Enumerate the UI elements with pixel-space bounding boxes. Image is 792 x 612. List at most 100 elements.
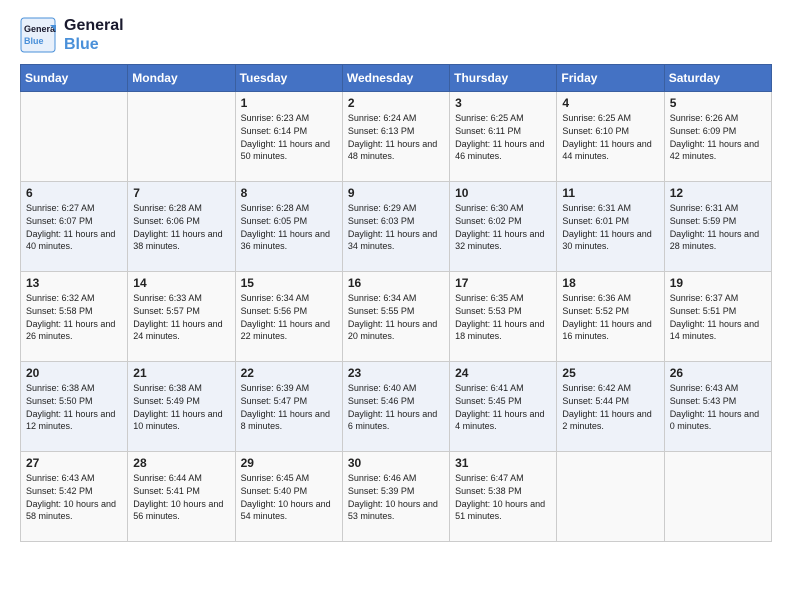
- day-number: 11: [562, 186, 658, 200]
- sunrise-text: Sunrise: 6:26 AM: [670, 113, 739, 123]
- weekday-header-row: SundayMondayTuesdayWednesdayThursdayFrid…: [21, 65, 772, 92]
- calendar-cell: [557, 452, 664, 542]
- sunset-text: Sunset: 5:43 PM: [670, 396, 737, 406]
- sunrise-text: Sunrise: 6:41 AM: [455, 383, 524, 393]
- day-number: 27: [26, 456, 122, 470]
- day-info: Sunrise: 6:34 AM Sunset: 5:55 PM Dayligh…: [348, 292, 444, 342]
- calendar-cell: 17 Sunrise: 6:35 AM Sunset: 5:53 PM Dayl…: [450, 272, 557, 362]
- daylight-text: Daylight: 11 hours and 40 minutes.: [26, 229, 115, 252]
- day-info: Sunrise: 6:23 AM Sunset: 6:14 PM Dayligh…: [241, 112, 337, 162]
- sunset-text: Sunset: 6:09 PM: [670, 126, 737, 136]
- day-info: Sunrise: 6:26 AM Sunset: 6:09 PM Dayligh…: [670, 112, 766, 162]
- logo-line2: Blue: [64, 35, 124, 54]
- calendar-cell: 7 Sunrise: 6:28 AM Sunset: 6:06 PM Dayli…: [128, 182, 235, 272]
- daylight-text: Daylight: 11 hours and 0 minutes.: [670, 409, 759, 432]
- day-info: Sunrise: 6:38 AM Sunset: 5:49 PM Dayligh…: [133, 382, 229, 432]
- day-number: 16: [348, 276, 444, 290]
- header: General Blue General Blue: [20, 16, 772, 54]
- day-info: Sunrise: 6:28 AM Sunset: 6:06 PM Dayligh…: [133, 202, 229, 252]
- sunrise-text: Sunrise: 6:34 AM: [241, 293, 310, 303]
- day-info: Sunrise: 6:30 AM Sunset: 6:02 PM Dayligh…: [455, 202, 551, 252]
- day-number: 19: [670, 276, 766, 290]
- day-number: 8: [241, 186, 337, 200]
- daylight-text: Daylight: 11 hours and 28 minutes.: [670, 229, 759, 252]
- weekday-header-wednesday: Wednesday: [342, 65, 449, 92]
- sunrise-text: Sunrise: 6:29 AM: [348, 203, 417, 213]
- page: General Blue General Blue SundayMondayTu…: [0, 0, 792, 612]
- daylight-text: Daylight: 11 hours and 4 minutes.: [455, 409, 544, 432]
- weekday-header-thursday: Thursday: [450, 65, 557, 92]
- day-number: 5: [670, 96, 766, 110]
- daylight-text: Daylight: 10 hours and 51 minutes.: [455, 499, 545, 522]
- sunrise-text: Sunrise: 6:25 AM: [455, 113, 524, 123]
- calendar-cell: 12 Sunrise: 6:31 AM Sunset: 5:59 PM Dayl…: [664, 182, 771, 272]
- calendar-cell: 20 Sunrise: 6:38 AM Sunset: 5:50 PM Dayl…: [21, 362, 128, 452]
- day-info: Sunrise: 6:25 AM Sunset: 6:11 PM Dayligh…: [455, 112, 551, 162]
- sunrise-text: Sunrise: 6:28 AM: [133, 203, 202, 213]
- sunrise-text: Sunrise: 6:38 AM: [133, 383, 202, 393]
- day-info: Sunrise: 6:25 AM Sunset: 6:10 PM Dayligh…: [562, 112, 658, 162]
- calendar-row-3: 20 Sunrise: 6:38 AM Sunset: 5:50 PM Dayl…: [21, 362, 772, 452]
- daylight-text: Daylight: 11 hours and 46 minutes.: [455, 139, 544, 162]
- day-number: 20: [26, 366, 122, 380]
- day-info: Sunrise: 6:43 AM Sunset: 5:43 PM Dayligh…: [670, 382, 766, 432]
- day-info: Sunrise: 6:34 AM Sunset: 5:56 PM Dayligh…: [241, 292, 337, 342]
- day-info: Sunrise: 6:39 AM Sunset: 5:47 PM Dayligh…: [241, 382, 337, 432]
- calendar-cell: [128, 92, 235, 182]
- calendar-cell: 27 Sunrise: 6:43 AM Sunset: 5:42 PM Dayl…: [21, 452, 128, 542]
- daylight-text: Daylight: 11 hours and 2 minutes.: [562, 409, 651, 432]
- daylight-text: Daylight: 11 hours and 12 minutes.: [26, 409, 115, 432]
- sunset-text: Sunset: 6:11 PM: [455, 126, 521, 136]
- calendar-cell: 25 Sunrise: 6:42 AM Sunset: 5:44 PM Dayl…: [557, 362, 664, 452]
- day-info: Sunrise: 6:27 AM Sunset: 6:07 PM Dayligh…: [26, 202, 122, 252]
- sunset-text: Sunset: 5:51 PM: [670, 306, 737, 316]
- calendar-body: 1 Sunrise: 6:23 AM Sunset: 6:14 PM Dayli…: [21, 92, 772, 542]
- day-info: Sunrise: 6:33 AM Sunset: 5:57 PM Dayligh…: [133, 292, 229, 342]
- daylight-text: Daylight: 11 hours and 8 minutes.: [241, 409, 330, 432]
- day-info: Sunrise: 6:29 AM Sunset: 6:03 PM Dayligh…: [348, 202, 444, 252]
- calendar-row-2: 13 Sunrise: 6:32 AM Sunset: 5:58 PM Dayl…: [21, 272, 772, 362]
- day-number: 2: [348, 96, 444, 110]
- day-info: Sunrise: 6:47 AM Sunset: 5:38 PM Dayligh…: [455, 472, 551, 522]
- calendar-cell: [21, 92, 128, 182]
- daylight-text: Daylight: 11 hours and 16 minutes.: [562, 319, 651, 342]
- day-number: 31: [455, 456, 551, 470]
- day-number: 12: [670, 186, 766, 200]
- sunset-text: Sunset: 5:50 PM: [26, 396, 93, 406]
- calendar-cell: 31 Sunrise: 6:47 AM Sunset: 5:38 PM Dayl…: [450, 452, 557, 542]
- sunrise-text: Sunrise: 6:37 AM: [670, 293, 739, 303]
- weekday-header-monday: Monday: [128, 65, 235, 92]
- day-number: 17: [455, 276, 551, 290]
- calendar-cell: 19 Sunrise: 6:37 AM Sunset: 5:51 PM Dayl…: [664, 272, 771, 362]
- day-info: Sunrise: 6:28 AM Sunset: 6:05 PM Dayligh…: [241, 202, 337, 252]
- sunrise-text: Sunrise: 6:31 AM: [670, 203, 739, 213]
- sunset-text: Sunset: 5:56 PM: [241, 306, 308, 316]
- sunset-text: Sunset: 5:41 PM: [133, 486, 200, 496]
- sunset-text: Sunset: 6:14 PM: [241, 126, 308, 136]
- day-number: 4: [562, 96, 658, 110]
- logo: General Blue General Blue: [20, 16, 124, 54]
- day-number: 7: [133, 186, 229, 200]
- weekday-header-saturday: Saturday: [664, 65, 771, 92]
- sunset-text: Sunset: 5:44 PM: [562, 396, 629, 406]
- day-number: 24: [455, 366, 551, 380]
- day-number: 13: [26, 276, 122, 290]
- sunrise-text: Sunrise: 6:43 AM: [26, 473, 95, 483]
- day-number: 26: [670, 366, 766, 380]
- weekday-header-friday: Friday: [557, 65, 664, 92]
- sunrise-text: Sunrise: 6:28 AM: [241, 203, 310, 213]
- calendar-cell: 18 Sunrise: 6:36 AM Sunset: 5:52 PM Dayl…: [557, 272, 664, 362]
- sunrise-text: Sunrise: 6:35 AM: [455, 293, 524, 303]
- calendar-cell: 28 Sunrise: 6:44 AM Sunset: 5:41 PM Dayl…: [128, 452, 235, 542]
- sunrise-text: Sunrise: 6:30 AM: [455, 203, 524, 213]
- sunrise-text: Sunrise: 6:38 AM: [26, 383, 95, 393]
- sunset-text: Sunset: 5:38 PM: [455, 486, 522, 496]
- svg-text:Blue: Blue: [24, 36, 44, 46]
- calendar-cell: 2 Sunrise: 6:24 AM Sunset: 6:13 PM Dayli…: [342, 92, 449, 182]
- day-number: 23: [348, 366, 444, 380]
- day-info: Sunrise: 6:24 AM Sunset: 6:13 PM Dayligh…: [348, 112, 444, 162]
- sunset-text: Sunset: 5:52 PM: [562, 306, 629, 316]
- sunset-text: Sunset: 6:13 PM: [348, 126, 415, 136]
- daylight-text: Daylight: 10 hours and 56 minutes.: [133, 499, 223, 522]
- calendar-cell: 13 Sunrise: 6:32 AM Sunset: 5:58 PM Dayl…: [21, 272, 128, 362]
